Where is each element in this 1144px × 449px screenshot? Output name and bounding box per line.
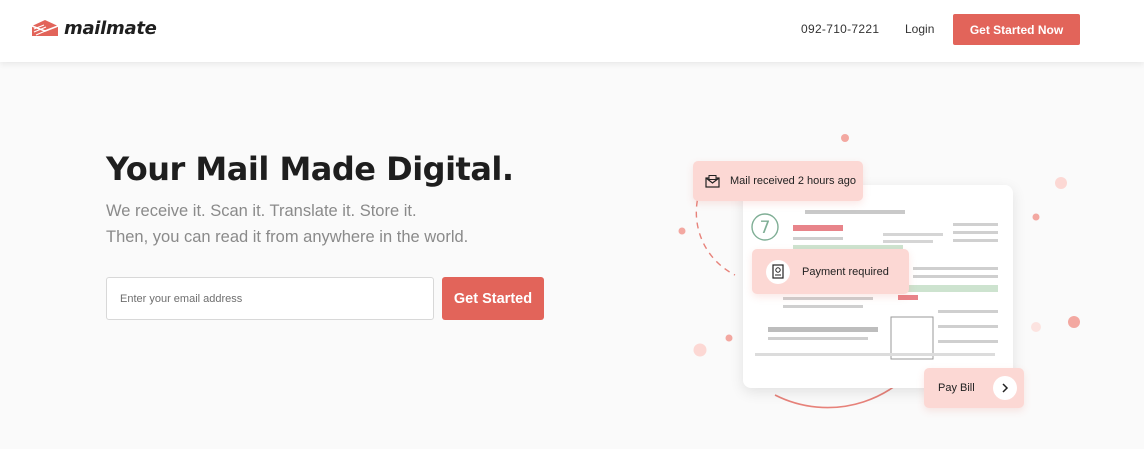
payment-required-card: Payment required	[752, 249, 909, 294]
mail-received-card: Mail received 2 hours ago	[693, 161, 863, 201]
top-navbar: mailmate 092-710-7221 Login Get Started …	[0, 0, 1144, 62]
chevron-right-icon	[992, 376, 1017, 400]
hero-subtitle-line-1: We receive it. Scan it. Translate it. St…	[106, 202, 417, 220]
hero-title: Your Mail Made Digital.	[106, 150, 514, 188]
document-number: 7	[760, 218, 771, 238]
pay-bill-label: Pay Bill	[938, 382, 975, 394]
logo[interactable]: mailmate	[30, 17, 157, 39]
payment-required-text: Payment required	[802, 265, 889, 278]
bill-icon	[766, 259, 790, 284]
get-started-now-button[interactable]: Get Started Now	[953, 14, 1080, 45]
pay-bill-button[interactable]: Pay Bill	[924, 368, 1024, 408]
mail-received-text: Mail received 2 hours ago	[730, 175, 856, 187]
hero-subtitle-line-2: Then, you can read it from anywhere in t…	[106, 228, 469, 246]
envelope-icon	[705, 174, 720, 188]
logo-text: mailmate	[64, 17, 157, 39]
get-started-button[interactable]: Get Started	[442, 277, 544, 320]
mailmate-logo-icon	[31, 20, 59, 36]
phone-number[interactable]: 092-710-7221	[801, 22, 879, 36]
login-link[interactable]: Login	[905, 22, 934, 36]
email-input[interactable]	[106, 277, 434, 320]
